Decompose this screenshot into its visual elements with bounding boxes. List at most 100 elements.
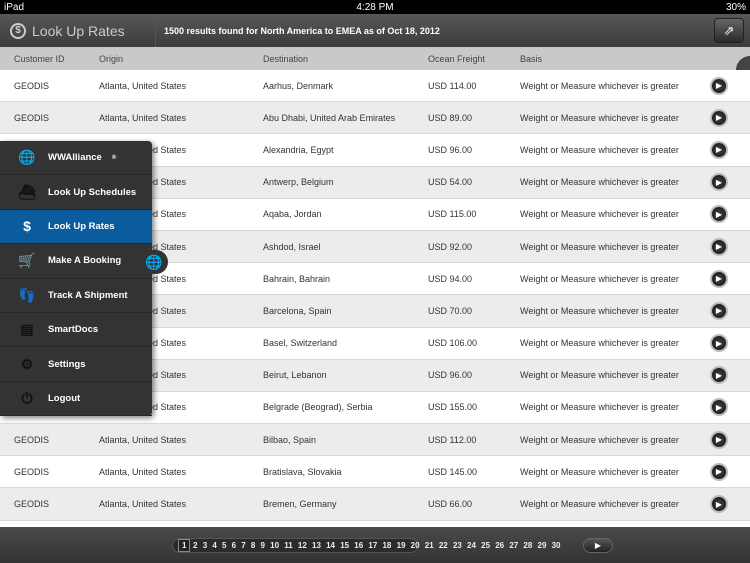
page-16[interactable]: 16 — [352, 541, 366, 550]
page-29[interactable]: 29 — [535, 541, 549, 550]
page-27[interactable]: 27 — [507, 541, 521, 550]
row-detail-arrow-icon[interactable]: ▶ — [710, 269, 728, 288]
menu-item-wwalliance[interactable]: 🌐 WWAlliance ® — [0, 141, 152, 176]
row-detail-arrow-icon[interactable]: ▶ — [710, 205, 728, 224]
row-detail-arrow-icon[interactable]: ▶ — [710, 173, 728, 192]
menu-toggle-globe-icon[interactable]: 🌐 — [140, 250, 168, 275]
page-28[interactable]: 28 — [521, 541, 535, 550]
page-25[interactable]: 25 — [479, 541, 493, 550]
menu-item-look-up-rates[interactable]: $ Look Up Rates — [0, 209, 152, 245]
registered-mark: ® — [111, 154, 117, 161]
column-header[interactable]: Customer ID — [14, 54, 65, 64]
table-row[interactable]: GEODIS Atlanta, United States Abu Dhabi, U… — [0, 102, 750, 135]
row-detail-arrow-icon[interactable]: ▶ — [710, 301, 728, 320]
table-cell: USD 115.00 — [428, 209, 477, 220]
table-cell: Weight or Measure whichever is greater — [520, 338, 679, 349]
table-cell: Weight or Measure whichever is greater — [520, 305, 679, 316]
row-detail-arrow-icon[interactable]: ▶ — [710, 108, 728, 127]
table-cell: Atlanta, United States — [99, 434, 187, 445]
page-20[interactable]: 20 — [408, 541, 422, 550]
table-row[interactable]: GEODIS Atlanta, United States Bremen, Germ… — [0, 488, 750, 521]
row-detail-arrow-icon[interactable]: ▶ — [710, 334, 728, 353]
table-cell: Belgrade (Beograd), Serbia — [263, 402, 373, 413]
menu-item-label: Settings — [48, 358, 86, 370]
cart-icon: 🛒 — [18, 252, 36, 269]
table-cell: Weight or Measure whichever is greater — [520, 434, 679, 445]
next-page-button[interactable]: ▶ — [583, 538, 613, 553]
table-cell: USD 106.00 — [428, 338, 478, 349]
column-header[interactable]: Ocean Freight — [428, 54, 485, 64]
row-detail-arrow-icon[interactable]: ▶ — [710, 430, 728, 449]
column-header[interactable]: Origin — [99, 54, 123, 64]
table-cell: Abu Dhabi, United Arab Emirates — [263, 112, 396, 123]
table-cell: Bilbao, Spain — [263, 434, 317, 445]
page-24[interactable]: 24 — [464, 541, 478, 550]
page-17[interactable]: 17 — [366, 541, 380, 550]
page-4[interactable]: 4 — [210, 541, 220, 550]
table-row[interactable]: GEODIS Atlanta, United States Bratislava, … — [0, 456, 750, 489]
device-label: iPad — [4, 1, 25, 13]
share-button[interactable]: ⇗ — [714, 18, 744, 43]
table-cell: Weight or Measure whichever is greater — [520, 402, 679, 413]
page-15[interactable]: 15 — [338, 541, 352, 550]
page-12[interactable]: 12 — [295, 541, 309, 550]
row-detail-arrow-icon[interactable]: ▶ — [710, 140, 728, 159]
page-30[interactable]: 30 — [549, 541, 563, 550]
table-cell: Weight or Measure whichever is greater — [520, 273, 679, 284]
ship-icon: ⛴ — [18, 183, 36, 200]
table-cell: Basel, Switzerland — [263, 338, 338, 349]
column-header[interactable]: Destination — [263, 54, 308, 64]
table-cell: Bahrain, Bahrain — [263, 273, 331, 284]
page-3[interactable]: 3 — [200, 541, 210, 550]
table-cell: GEODIS — [14, 80, 50, 91]
table-cell: Weight or Measure whichever is greater — [520, 80, 679, 91]
table-row[interactable]: GEODIS Atlanta, United States Bilbao, Spai… — [0, 424, 750, 457]
page-23[interactable]: 23 — [450, 541, 464, 550]
row-detail-arrow-icon[interactable]: ▶ — [710, 462, 728, 481]
page-7[interactable]: 7 — [239, 541, 249, 550]
table-cell: Beirut, Lebanon — [263, 370, 327, 381]
table-cell: Weight or Measure whichever is greater — [520, 209, 679, 220]
menu-item-track-a-shipment[interactable]: 👣 Track A Shipment — [0, 279, 152, 313]
menu-item-settings[interactable]: ⚙ Settings — [0, 347, 152, 382]
menu-item-look-up-schedules[interactable]: ⛴ Look Up Schedules — [0, 175, 152, 210]
menu-item-label: Logout — [48, 392, 81, 404]
column-header[interactable]: Basis — [520, 54, 542, 64]
globe-icon: 🌐 — [18, 149, 36, 166]
clock: 4:28 PM — [356, 1, 394, 13]
share-icon: ⇗ — [723, 22, 735, 38]
row-detail-arrow-icon[interactable]: ▶ — [710, 366, 728, 385]
menu-item-logout[interactable]: ⏻ Logout — [0, 382, 152, 417]
page-10[interactable]: 10 — [268, 541, 282, 550]
page-5[interactable]: 5 — [219, 541, 229, 550]
row-detail-arrow-icon[interactable]: ▶ — [710, 237, 728, 256]
table-row[interactable]: GEODIS Atlanta, United States Aarhus, Denm… — [0, 70, 750, 103]
app-header: $ Look Up Rates 1500 results found for No… — [0, 14, 750, 47]
table-cell: GEODIS — [14, 112, 50, 123]
menu-item-make-a-booking[interactable]: 🛒 Make A Booking 🌐 — [0, 244, 168, 279]
menu-item-label: Make A Booking — [48, 255, 122, 267]
page-6[interactable]: 6 — [229, 541, 239, 550]
menu-item-smartdocs[interactable]: ▤ SmartDocs — [0, 313, 152, 348]
page-8[interactable]: 8 — [248, 541, 258, 550]
table-cell: Ashdod, Israel — [263, 241, 321, 252]
page-18[interactable]: 18 — [380, 541, 394, 550]
row-detail-arrow-icon[interactable]: ▶ — [710, 398, 728, 417]
page-26[interactable]: 26 — [493, 541, 507, 550]
page-19[interactable]: 19 — [394, 541, 408, 550]
table-cell: GEODIS — [14, 466, 50, 477]
page-22[interactable]: 22 — [436, 541, 450, 550]
row-detail-arrow-icon[interactable]: ▶ — [710, 76, 728, 95]
navigation-menu: 🌐 WWAlliance ® ⛴ Look Up Schedules $ Look Up R… — [0, 141, 168, 417]
table-cell: USD 96.00 — [428, 370, 473, 381]
page-11[interactable]: 11 — [282, 541, 296, 550]
table-cell: USD 112.00 — [428, 434, 477, 445]
page-2[interactable]: 2 — [190, 541, 200, 550]
page-13[interactable]: 13 — [309, 541, 323, 550]
page-1[interactable]: 1 — [178, 539, 191, 552]
page-9[interactable]: 9 — [258, 541, 268, 550]
page-14[interactable]: 14 — [324, 541, 338, 550]
page-21[interactable]: 21 — [422, 541, 436, 550]
table-cell: Barcelona, Spain — [263, 305, 332, 316]
row-detail-arrow-icon[interactable]: ▶ — [710, 495, 728, 514]
